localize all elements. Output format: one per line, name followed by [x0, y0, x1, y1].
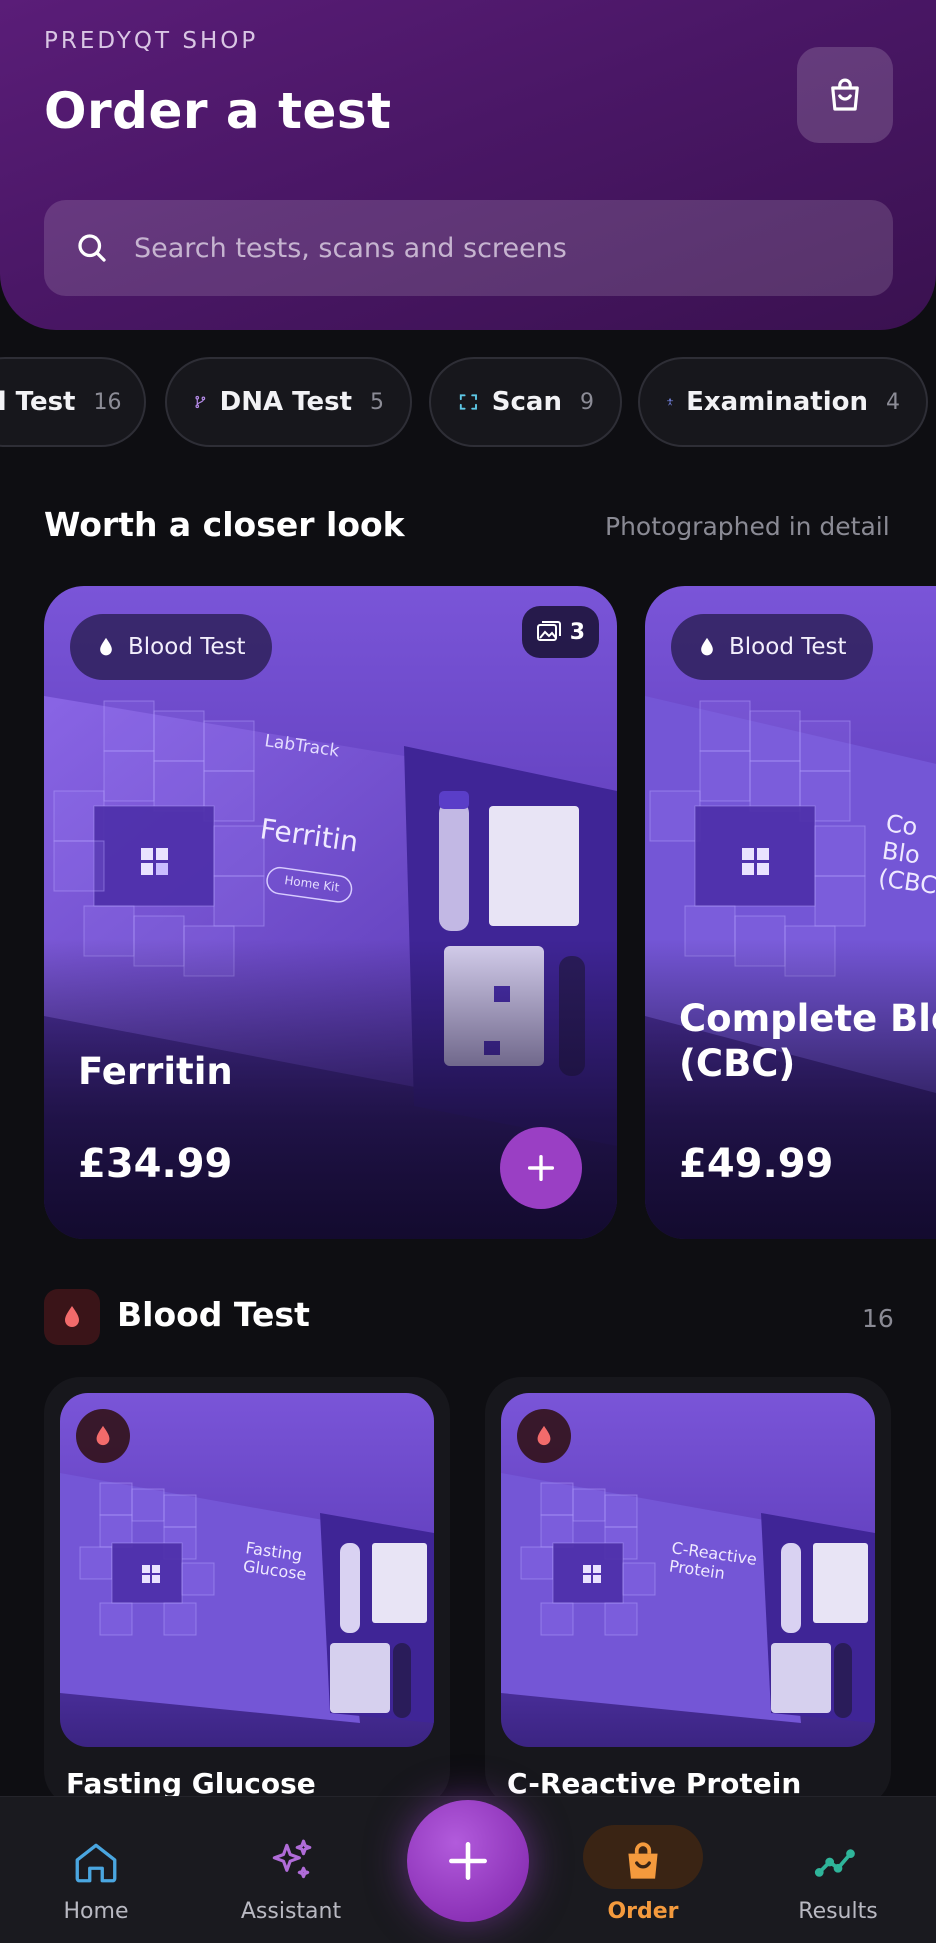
chip-label: Examination [686, 387, 868, 417]
gallery-icon [536, 621, 561, 641]
nav-results[interactable]: Results [758, 1797, 918, 1943]
chip-label: DNA Test [219, 387, 352, 417]
category-tag: Blood Test [70, 614, 272, 680]
blood-section-count: 16 [862, 1304, 894, 1333]
order-page: PREDYQT SHOP Order a test d Test 16 [0, 0, 936, 1943]
shopping-bag-icon [628, 1842, 658, 1879]
chip-label: d Test [0, 387, 76, 417]
product-image: C-ReactiveProtein [501, 1393, 875, 1747]
search-input[interactable] [134, 218, 893, 278]
plus-icon [527, 1154, 555, 1182]
chip-count: 5 [370, 389, 384, 415]
category-tag-label: Blood Test [729, 634, 847, 660]
nav-home[interactable]: Home [16, 1797, 176, 1943]
chip-blood-test[interactable]: d Test 16 [0, 357, 146, 447]
featured-section-title: Worth a closer look [44, 505, 405, 544]
search-icon [78, 234, 106, 262]
category-tag: Blood Test [671, 614, 873, 680]
product-image: FastingGlucose [60, 1393, 434, 1747]
home-icon [75, 1843, 117, 1883]
nav-label: Home [63, 1899, 129, 1924]
product-card-fasting-glucose[interactable]: FastingGlucose Fasting Glucose [44, 1377, 450, 1807]
scan-frame-icon [459, 394, 477, 410]
chip-scan[interactable]: Scan 9 [429, 357, 622, 447]
category-badge [76, 1409, 130, 1463]
blood-drop-icon [701, 637, 713, 656]
featured-card-cbc[interactable]: CoBlo(CBC Blood Test Complete Bloo (CBC)… [645, 586, 936, 1239]
chip-label: Scan [491, 387, 562, 417]
blood-drop-icon [100, 637, 112, 656]
nav-order[interactable]: Order [563, 1797, 723, 1943]
chip-count: 9 [580, 389, 594, 415]
photo-count-badge: 3 [521, 606, 599, 658]
nav-label: Results [798, 1899, 878, 1924]
page-header: PREDYQT SHOP Order a test [0, 0, 936, 330]
chip-examination[interactable]: Examination 4 [638, 357, 928, 447]
shopping-bag-icon [831, 78, 859, 111]
chip-dna-test[interactable]: DNA Test 5 [165, 357, 412, 447]
blood-section-title: Blood Test [117, 1295, 310, 1334]
add-to-cart-button[interactable] [500, 1127, 582, 1209]
chip-count: 4 [886, 389, 900, 415]
chip-count: 16 [93, 389, 122, 415]
nav-label: Assistant [240, 1899, 342, 1924]
dna-branch-icon [195, 395, 206, 409]
blood-section-icon [44, 1289, 100, 1345]
category-chips: d Test 16 DNA Test 5 Scan 9 Examination … [0, 357, 936, 447]
nav-assistant[interactable]: Assistant [211, 1797, 371, 1943]
product-card-c-reactive-protein[interactable]: C-ReactiveProtein C-Reactive Protein [485, 1377, 891, 1807]
featured-section-caption: Photographed in detail [605, 512, 890, 541]
blood-drop-icon [65, 1306, 79, 1327]
photo-count: 3 [569, 619, 585, 645]
page-title: Order a test [44, 82, 392, 140]
sparkles-icon [272, 1839, 312, 1879]
category-tag-label: Blood Test [128, 634, 246, 660]
card-shade [645, 939, 936, 1239]
search-bar[interactable] [44, 200, 893, 296]
shop-brand: PREDYQT SHOP [44, 28, 259, 54]
add-fab-button[interactable] [407, 1800, 529, 1922]
trend-line-icon [814, 1849, 855, 1877]
blood-drop-icon [96, 1425, 110, 1446]
product-name: Complete Bloo (CBC) [679, 997, 936, 1086]
person-icon [667, 398, 674, 406]
featured-card-ferritin[interactable]: LabTrack Ferritin Home Kit Blood Test 3 … [44, 586, 617, 1239]
product-name: Ferritin [78, 1050, 233, 1093]
plus-icon [449, 1842, 487, 1880]
cart-button[interactable] [797, 47, 893, 143]
category-badge [517, 1409, 571, 1463]
product-price: £49.99 [679, 1141, 834, 1187]
nav-label: Order [607, 1899, 679, 1924]
product-price: £34.99 [78, 1141, 233, 1187]
blood-drop-icon [537, 1425, 551, 1446]
